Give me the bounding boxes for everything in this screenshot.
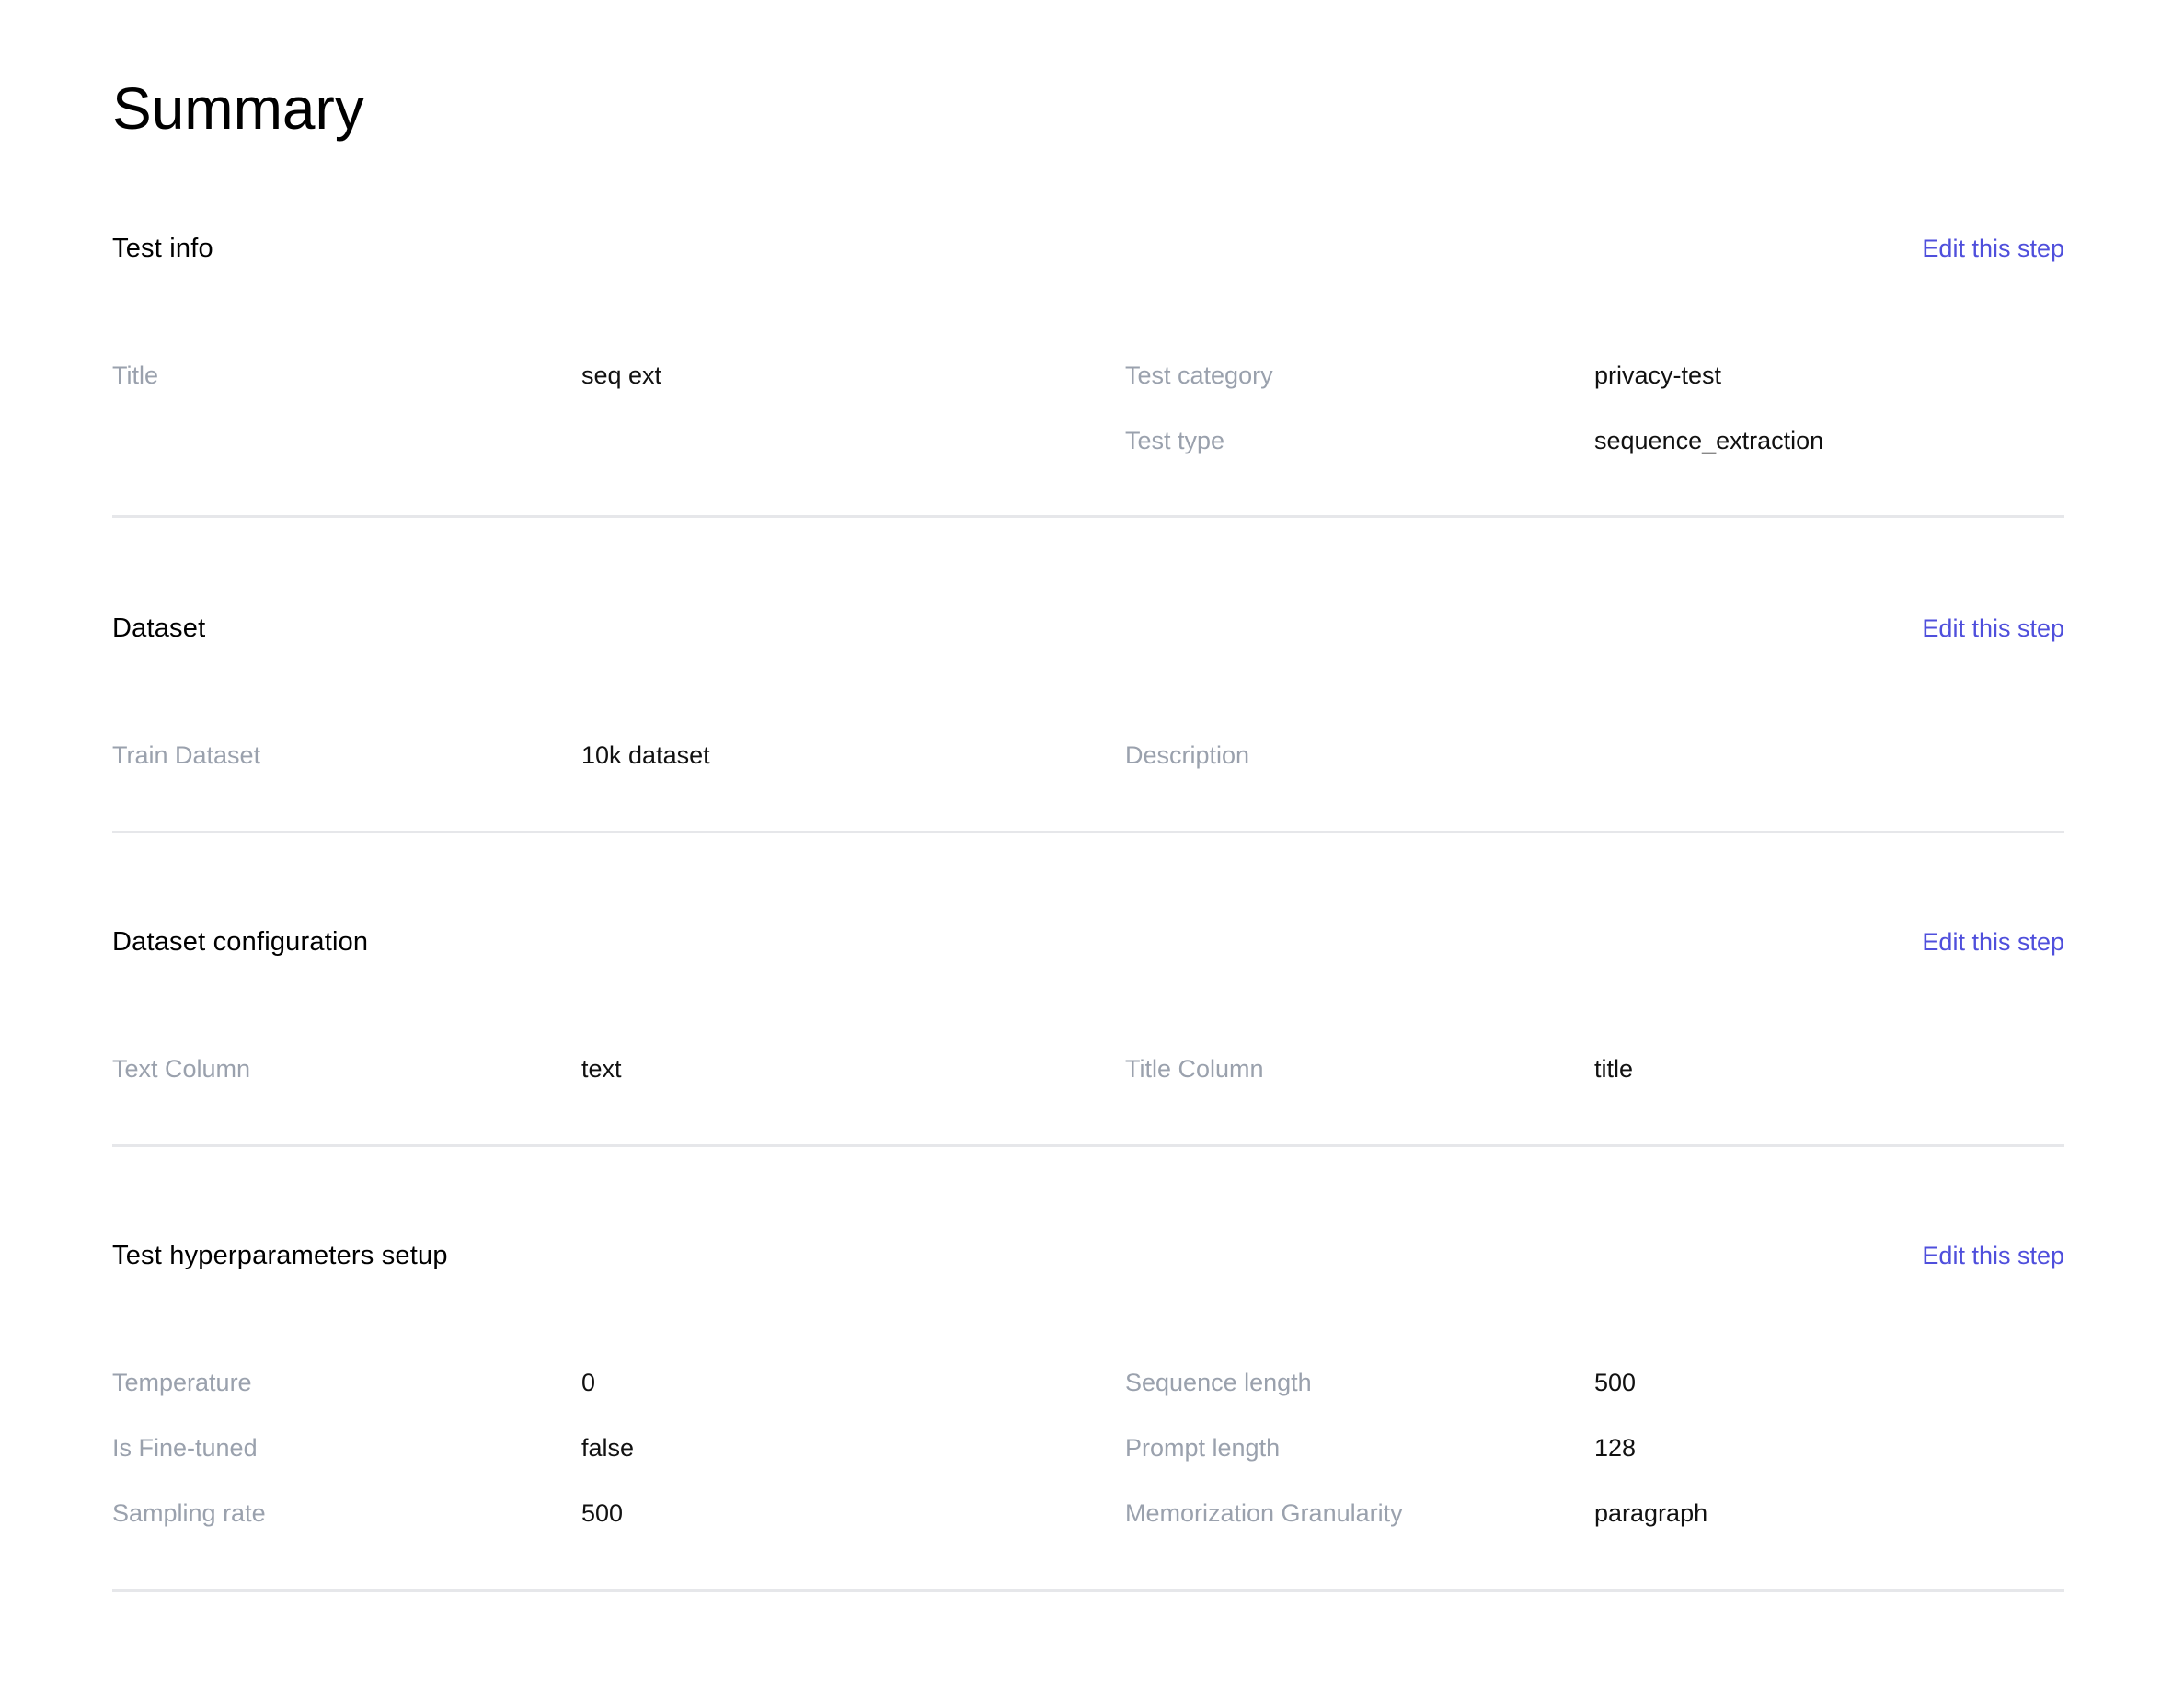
field-value: 500 bbox=[1594, 1369, 1637, 1396]
edit-step-link[interactable]: Edit this step bbox=[1922, 924, 2064, 960]
field-label: Train Dataset bbox=[112, 741, 261, 769]
edit-step-link[interactable]: Edit this step bbox=[1922, 1237, 2064, 1274]
section-header: Dataset Edit this step bbox=[112, 610, 2064, 647]
field-label: Title Column bbox=[1125, 1055, 1264, 1083]
section-header: Dataset configuration Edit this step bbox=[112, 924, 2064, 960]
field-label: Title bbox=[112, 361, 159, 389]
field-label: Memorization Granularity bbox=[1125, 1499, 1403, 1527]
field-label: Sequence length bbox=[1125, 1369, 1312, 1396]
summary-page: Summary Test info Edit this step Title s… bbox=[0, 0, 2184, 1698]
section-header: Test hyperparameters setup Edit this ste… bbox=[112, 1237, 2064, 1274]
section-test-info: Test info Edit this step Title seq ext T… bbox=[112, 230, 2064, 518]
section-title: Dataset bbox=[112, 614, 206, 643]
section-title: Test info bbox=[112, 234, 213, 263]
field-value: false bbox=[581, 1434, 635, 1462]
field-value: seq ext bbox=[581, 361, 662, 389]
field-value: 500 bbox=[581, 1499, 624, 1527]
section-dataset-configuration: Dataset configuration Edit this step Tex… bbox=[112, 924, 2064, 1147]
section-title: Test hyperparameters setup bbox=[112, 1241, 448, 1270]
field-grid: Title seq ext Test category privacy-test… bbox=[112, 357, 2064, 488]
field-value: title bbox=[1594, 1055, 1634, 1083]
field-label: Text Column bbox=[112, 1055, 251, 1083]
field-row: Train Dataset 10k dataset Description bbox=[112, 737, 2064, 802]
field-value: privacy-test bbox=[1594, 361, 1722, 389]
section-title: Dataset configuration bbox=[112, 927, 369, 957]
edit-step-link[interactable]: Edit this step bbox=[1922, 610, 2064, 647]
section-divider bbox=[112, 1589, 2064, 1592]
field-value: 128 bbox=[1594, 1434, 1637, 1462]
field-value: 10k dataset bbox=[581, 741, 710, 769]
field-grid: Train Dataset 10k dataset Description bbox=[112, 737, 2064, 802]
field-row: Test type sequence_extraction bbox=[112, 422, 2064, 488]
field-label: Test category bbox=[1125, 361, 1273, 389]
field-row: Text Column text Title Column title bbox=[112, 1050, 2064, 1116]
field-value: text bbox=[581, 1055, 622, 1083]
page-title: Summary bbox=[112, 75, 364, 142]
field-value: paragraph bbox=[1594, 1499, 1708, 1527]
field-row: Sampling rate 500 Memorization Granulari… bbox=[112, 1495, 2064, 1560]
field-value: 0 bbox=[581, 1369, 596, 1396]
section-divider bbox=[112, 1144, 2064, 1147]
field-grid: Text Column text Title Column title bbox=[112, 1050, 2064, 1116]
field-label: Sampling rate bbox=[112, 1499, 266, 1527]
field-row: Temperature 0 Sequence length 500 bbox=[112, 1364, 2064, 1429]
section-divider bbox=[112, 515, 2064, 518]
section-dataset: Dataset Edit this step Train Dataset 10k… bbox=[112, 610, 2064, 833]
field-grid: Temperature 0 Sequence length 500 Is Fin… bbox=[112, 1364, 2064, 1560]
field-label: Prompt length bbox=[1125, 1434, 1281, 1462]
field-value: sequence_extraction bbox=[1594, 427, 1824, 454]
section-divider bbox=[112, 831, 2064, 833]
field-label: Temperature bbox=[112, 1369, 252, 1396]
field-row: Title seq ext Test category privacy-test bbox=[112, 357, 2064, 422]
field-label: Is Fine-tuned bbox=[112, 1434, 258, 1462]
edit-step-link[interactable]: Edit this step bbox=[1922, 230, 2064, 267]
section-header: Test info Edit this step bbox=[112, 230, 2064, 267]
section-test-hyperparameters: Test hyperparameters setup Edit this ste… bbox=[112, 1237, 2064, 1592]
field-row: Is Fine-tuned false Prompt length 128 bbox=[112, 1429, 2064, 1495]
field-label: Description bbox=[1125, 741, 1250, 769]
field-label: Test type bbox=[1125, 427, 1225, 454]
